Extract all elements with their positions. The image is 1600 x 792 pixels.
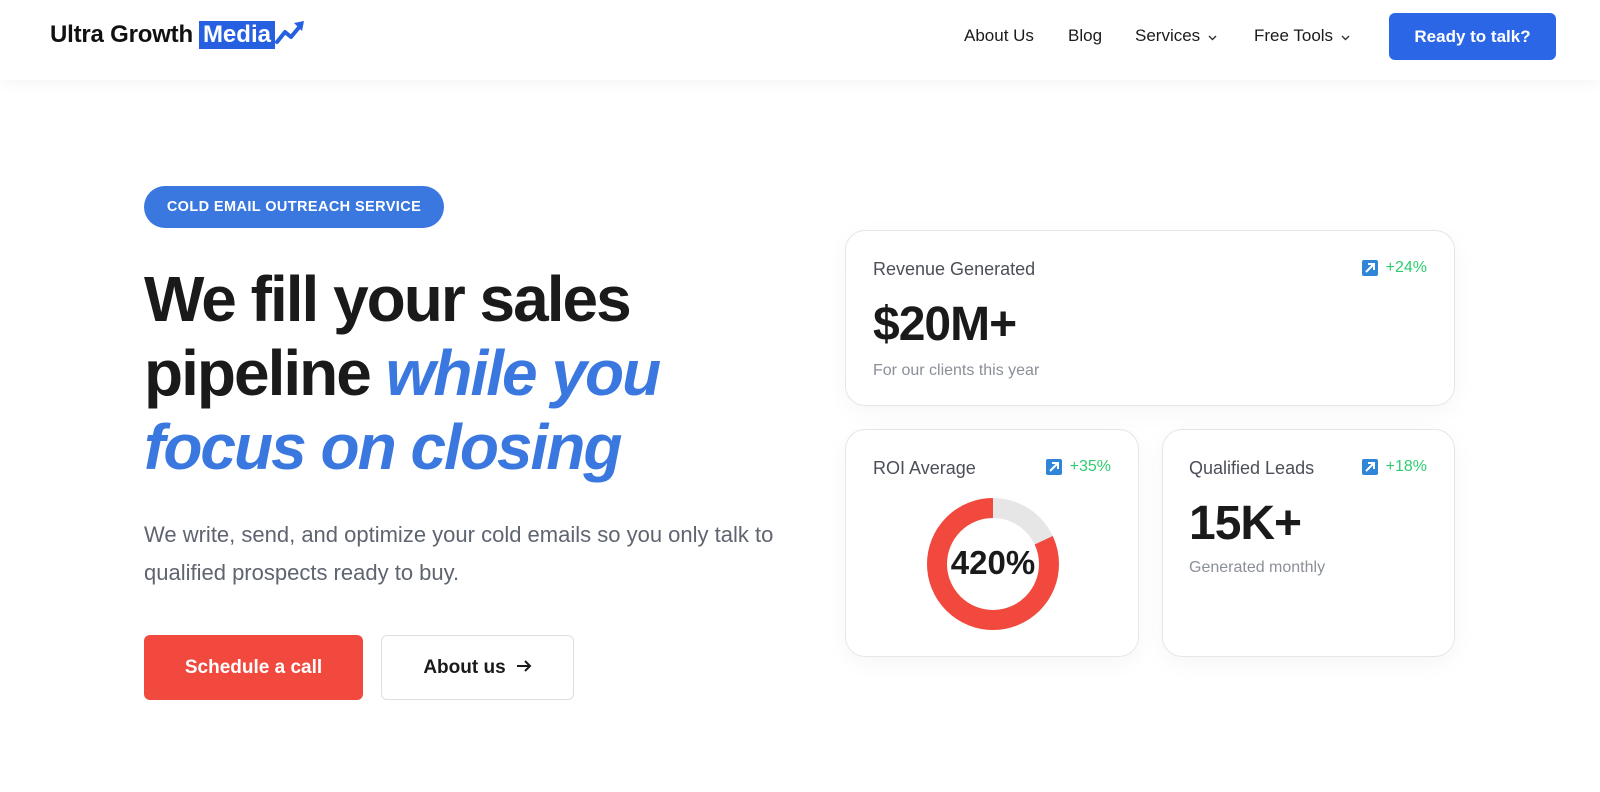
about-us-button[interactable]: About us: [381, 635, 574, 700]
roi-trend-value: +35%: [1069, 458, 1111, 475]
nav-free-tools-label: Free Tools: [1254, 26, 1334, 45]
revenue-card: Revenue Generated +24% $20M+ For our cli…: [845, 230, 1455, 406]
nav-about-us-label: About Us: [964, 26, 1034, 45]
chevron-down-icon: [1341, 26, 1350, 46]
hero-subtext: We write, send, and optimize your cold e…: [144, 522, 774, 585]
logo[interactable]: Ultra Growth Media: [50, 20, 305, 50]
roi-card: ROI Average +35% 420%: [845, 429, 1139, 657]
revenue-value: $20M+: [873, 298, 1017, 351]
nav-blog[interactable]: Blog: [1068, 26, 1102, 46]
roi-title: ROI Average: [873, 458, 976, 478]
leads-trend: +18%: [1361, 458, 1427, 476]
growth-arrow-icon: [274, 20, 305, 51]
roi-value: 420%: [950, 544, 1036, 581]
hero-headline: We fill your sales pipeline while you fo…: [144, 262, 784, 484]
nav-free-tools[interactable]: Free Tools: [1254, 26, 1350, 46]
nav-blog-label: Blog: [1068, 26, 1103, 45]
trend-up-icon: [1045, 459, 1062, 475]
leads-value: 15K+: [1189, 497, 1302, 550]
leads-title: Qualified Leads: [1189, 458, 1315, 478]
service-badge: COLD EMAIL OUTREACH SERVICE: [144, 186, 444, 228]
nav-services[interactable]: Services: [1135, 26, 1217, 46]
revenue-trend-value: +24%: [1385, 259, 1427, 276]
roi-trend: +35%: [1045, 458, 1111, 476]
ready-to-talk-button[interactable]: Ready to talk?: [1389, 13, 1556, 60]
chevron-down-icon: [1208, 26, 1217, 46]
about-us-button-label: About us: [423, 656, 506, 678]
leads-trend-value: +18%: [1385, 458, 1427, 475]
nav-services-label: Services: [1135, 26, 1201, 45]
logo-primary-text: Ultra Growth: [50, 21, 193, 48]
trend-up-icon: [1361, 459, 1378, 475]
leads-note: Generated monthly: [1189, 559, 1326, 576]
trend-up-icon: [1361, 260, 1378, 276]
nav-about-us[interactable]: About Us: [964, 26, 1034, 46]
revenue-trend: +24%: [1361, 259, 1427, 277]
site-header: Ultra Growth Media About Us Blog Service…: [0, 0, 1600, 80]
revenue-note: For our clients this year: [873, 362, 1040, 379]
arrow-right-icon: [516, 657, 532, 679]
leads-card: Qualified Leads +18% 15K+ Generated mont…: [1162, 429, 1455, 657]
revenue-title: Revenue Generated: [873, 259, 1036, 279]
logo-accent-text: Media: [198, 21, 275, 49]
schedule-call-button[interactable]: Schedule a call: [144, 635, 363, 700]
